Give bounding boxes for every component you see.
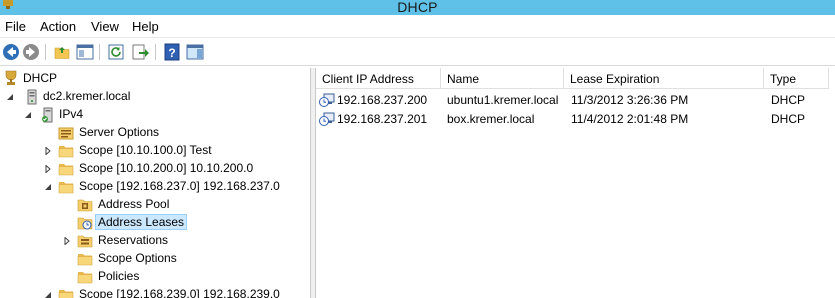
tree-label-server: dc2.kremer.local <box>43 89 131 103</box>
help-icon[interactable]: ? <box>163 43 181 61</box>
tree-node-scope-options[interactable]: Scope Options <box>0 250 300 268</box>
lease-row[interactable]: 192.168.237.200 ubuntu1.kremer.local 11/… <box>316 90 835 109</box>
lease-client-icon <box>319 93 335 107</box>
folder-icon <box>77 269 93 285</box>
folder-icon <box>58 287 74 298</box>
tree-node-scope-192-168-237[interactable]: Scope [192.168.237.0] 192.168.237.0 <box>0 178 300 196</box>
expand-arrow-icon[interactable] <box>63 237 71 245</box>
show-hide-tree-icon[interactable] <box>76 43 94 61</box>
lease-type: DHCP <box>771 112 806 126</box>
folder-icon <box>58 179 74 195</box>
address-pool-icon <box>77 199 93 212</box>
collapse-arrow-icon[interactable] <box>44 291 52 298</box>
column-header-type[interactable]: Type <box>764 68 829 89</box>
tree-node-scope-10-10-200[interactable]: Scope [10.10.200.0] 10.10.200.0 <box>0 160 300 178</box>
tree-node-reservations[interactable]: Reservations <box>0 232 300 250</box>
column-header-lease-expiration[interactable]: Lease Expiration <box>564 68 764 89</box>
menu-action[interactable]: Action <box>40 19 76 34</box>
collapse-arrow-icon[interactable] <box>44 183 52 191</box>
toolbar-separator <box>99 44 100 60</box>
lease-row[interactable]: 192.168.237.201 box.kremer.local 11/4/20… <box>316 109 835 128</box>
address-leases-icon <box>77 217 93 230</box>
lease-expiration: 11/4/2012 2:01:48 PM <box>571 112 689 126</box>
collapse-arrow-icon[interactable] <box>6 93 14 101</box>
reservations-icon <box>77 235 93 248</box>
tree-label-server-options: Server Options <box>79 125 160 139</box>
export-list-icon[interactable] <box>131 43 149 61</box>
title-bar[interactable]: DHCP <box>0 0 835 15</box>
lease-name: box.kremer.local <box>447 112 535 126</box>
tree-label-scope3: Scope [192.168.237.0] 192.168.237.0 <box>79 179 280 193</box>
expand-arrow-icon[interactable] <box>44 147 52 155</box>
tree-node-scope-10-10-100[interactable]: Scope [10.10.100.0] Test <box>0 142 300 160</box>
tree-node-address-pool[interactable]: Address Pool <box>0 196 300 214</box>
tree-label-dhcp: DHCP <box>23 71 58 85</box>
tree-label-scope4: Scope [192.168.239.0] 192.168.239.0 <box>79 287 280 298</box>
tree-node-ipv4[interactable]: IPv4 <box>0 106 300 124</box>
svg-text:?: ? <box>168 46 175 60</box>
menu-help[interactable]: Help <box>132 19 159 34</box>
lease-ip: 192.168.237.200 <box>337 93 428 107</box>
folder-icon <box>77 251 93 267</box>
console-tree[interactable]: DHCP dc2.kremer.local IPv4 Server Option… <box>0 68 311 298</box>
expand-arrow-icon[interactable] <box>44 165 52 173</box>
lease-ip: 192.168.237.201 <box>337 112 428 126</box>
menu-view[interactable]: View <box>91 19 119 34</box>
folder-icon <box>58 161 74 177</box>
menu-file[interactable]: File <box>5 19 26 34</box>
up-folder-icon[interactable] <box>53 43 71 61</box>
server-icon <box>27 89 37 105</box>
action-pane-icon[interactable] <box>186 43 204 61</box>
folder-icon <box>58 143 74 159</box>
tree-label-scope-options: Scope Options <box>98 251 177 265</box>
forward-icon[interactable] <box>22 43 40 61</box>
window-title: DHCP <box>397 0 438 15</box>
ipv4-icon <box>42 107 53 123</box>
tree-node-scope-192-168-239[interactable]: Scope [192.168.239.0] 192.168.239.0 <box>0 286 300 298</box>
dhcp-trophy-icon <box>5 70 17 85</box>
toolbar: ? <box>0 37 835 66</box>
tree-node-server-options[interactable]: Server Options <box>0 124 300 142</box>
lease-type: DHCP <box>771 93 806 107</box>
tree-node-dhcp-root[interactable]: DHCP <box>0 70 300 88</box>
toolbar-separator <box>45 44 46 60</box>
menu-bar: File Action View Help <box>0 15 835 37</box>
column-header-name[interactable]: Name <box>441 68 564 89</box>
back-icon[interactable] <box>2 43 20 61</box>
tree-node-address-leases[interactable]: Address Leases <box>0 214 300 232</box>
refresh-icon[interactable] <box>107 43 125 61</box>
column-header-client-ip[interactable]: Client IP Address <box>316 68 441 89</box>
tree-label-address-pool: Address Pool <box>98 197 170 211</box>
tree-label-reservations: Reservations <box>98 233 169 247</box>
collapse-arrow-icon[interactable] <box>24 111 32 119</box>
toolbar-separator <box>155 44 156 60</box>
tree-label-scope1: Scope [10.10.100.0] Test <box>79 143 212 157</box>
tree-node-server[interactable]: dc2.kremer.local <box>0 88 300 106</box>
lease-name: ubuntu1.kremer.local <box>447 93 559 107</box>
lease-expiration: 11/3/2012 3:26:36 PM <box>571 93 689 107</box>
options-icon <box>58 127 74 140</box>
tree-node-policies[interactable]: Policies <box>0 268 300 286</box>
tree-label-scope2: Scope [10.10.200.0] 10.10.200.0 <box>79 161 254 175</box>
tree-label-address-leases: Address Leases <box>95 214 188 230</box>
tree-label-policies: Policies <box>98 269 140 283</box>
lease-client-icon <box>319 112 335 126</box>
results-list[interactable]: Client IP Address Name Lease Expiration … <box>315 68 835 298</box>
tree-label-ipv4: IPv4 <box>59 107 84 121</box>
